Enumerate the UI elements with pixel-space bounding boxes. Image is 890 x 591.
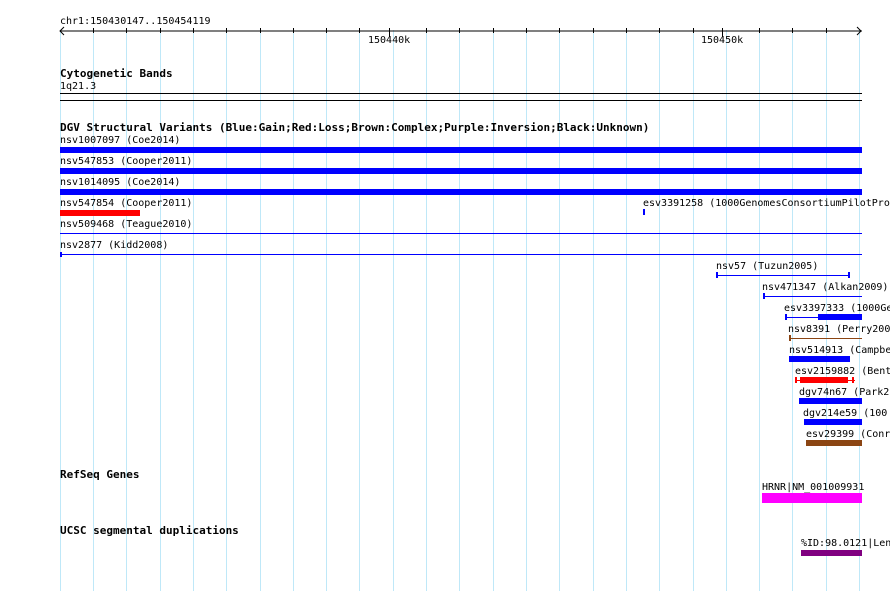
grid-line <box>126 30 127 591</box>
grid-line <box>226 30 227 591</box>
ruler-tick <box>693 28 694 33</box>
ruler-tick <box>160 28 161 33</box>
dgv-track-title[interactable]: DGV Structural Variants (Blue:Gain;Red:L… <box>60 122 649 134</box>
ruler-tick <box>826 28 827 33</box>
variant-gain-bar[interactable] <box>60 168 862 174</box>
variant-label: nsv1014095 (Coe2014) <box>60 177 181 188</box>
grid-line <box>759 30 760 591</box>
ruler-major-label: 150450k <box>701 35 744 46</box>
grid-line <box>359 30 360 591</box>
ruler-tick <box>93 28 94 33</box>
grid-line <box>326 30 327 591</box>
variant-label: esv3397333 (1000Ge <box>784 303 890 314</box>
ruler-tick <box>792 28 793 33</box>
variant-loss-bar[interactable] <box>800 377 848 383</box>
grid-line <box>526 30 527 591</box>
ruler-tick <box>493 28 494 33</box>
variant-end-mark <box>60 252 62 257</box>
variant-gain-line[interactable] <box>60 254 862 255</box>
grid-line <box>93 30 94 591</box>
variant-gain-mark[interactable] <box>643 209 645 215</box>
variant-gain-line[interactable] <box>763 296 862 297</box>
ruler-tick <box>326 28 327 33</box>
ruler-scale[interactable] <box>0 26 890 36</box>
segdup-label: %ID:98.0121|Len <box>801 538 890 549</box>
segdup-track-title[interactable]: UCSC segmental duplications <box>60 525 239 537</box>
variant-label: nsv514913 (Campbe <box>789 345 890 356</box>
variant-label: esv29399 (Conr <box>806 429 890 440</box>
grid-line <box>693 30 694 591</box>
variant-label: esv3391258 (1000GenomesConsortiumPilotPr… <box>643 198 890 209</box>
ruler-tick <box>626 28 627 33</box>
ruler-tick <box>426 28 427 33</box>
variant-gain-bar[interactable] <box>789 356 850 362</box>
variant-gain-bar[interactable] <box>799 398 862 404</box>
variant-label: dgv74n67 (Park2 <box>799 387 890 398</box>
ruler-major-label: 150440k <box>368 35 411 46</box>
variant-gain-line[interactable] <box>716 275 850 276</box>
variant-label: nsv2877 (Kidd2008) <box>60 240 169 251</box>
ruler-tick <box>226 28 227 33</box>
variant-end-mark <box>852 377 854 383</box>
genome-browser-view: chr1:150430147..150454119 150440k 150450… <box>0 0 890 591</box>
grid-line <box>726 30 727 591</box>
ruler-tick <box>126 28 127 33</box>
grid-line <box>193 30 194 591</box>
ruler-tick <box>260 28 261 33</box>
ruler-tick <box>593 28 594 33</box>
grid-line <box>426 30 427 591</box>
variant-loss-bar[interactable] <box>60 210 140 216</box>
variant-end-mark <box>789 335 791 341</box>
variant-end-mark <box>763 293 765 299</box>
gene-label: HRNR|NM_001009931 <box>762 482 865 493</box>
variant-end-mark <box>848 272 850 278</box>
variant-end-mark <box>785 314 787 320</box>
variant-gain-bar[interactable] <box>818 314 862 320</box>
variant-label: esv2159882 (Bent <box>795 366 890 377</box>
variant-gain-bar[interactable] <box>60 189 862 195</box>
cytoband-track-title[interactable]: Cytogenetic Bands <box>60 68 173 80</box>
grid-line <box>559 30 560 591</box>
variant-label: nsv547853 (Cooper2011) <box>60 156 193 167</box>
grid-line <box>493 30 494 591</box>
variant-label: nsv1007097 (Coe2014) <box>60 135 181 146</box>
grid-line <box>626 30 627 591</box>
ruler-tick <box>659 28 660 33</box>
ruler-tick <box>293 28 294 33</box>
cytoband-label: 1q21.3 <box>60 81 97 92</box>
variant-gain-bar[interactable] <box>60 147 862 153</box>
variant-label: nsv8391 (Perry200 <box>788 324 890 335</box>
ruler-tick <box>459 28 460 33</box>
ruler-tick <box>759 28 760 33</box>
grid-line <box>459 30 460 591</box>
grid-line <box>593 30 594 591</box>
variant-label: nsv57 (Tuzun2005) <box>716 261 819 272</box>
variant-label: nsv547854 (Cooper2011) <box>60 198 193 209</box>
variant-label: dgv214e59 (100 <box>803 408 888 419</box>
ruler-tick <box>526 28 527 33</box>
grid-line <box>293 30 294 591</box>
grid-line <box>393 30 394 591</box>
variant-gain-bar[interactable] <box>804 419 862 425</box>
cytoband-outline-top <box>60 93 862 94</box>
ruler-tick <box>359 28 360 33</box>
grid-line <box>260 30 261 591</box>
variant-complex-bar[interactable] <box>806 440 862 446</box>
variant-label: nsv471347 (Alkan2009) <box>762 282 889 293</box>
variant-end-mark <box>795 377 797 383</box>
variant-gain-line[interactable] <box>60 233 862 234</box>
segdup-feature-bar[interactable] <box>801 550 862 556</box>
variant-complex-line[interactable] <box>789 338 862 339</box>
gene-feature-bar[interactable] <box>762 493 862 503</box>
variant-end-mark <box>716 272 718 278</box>
ruler-tick <box>559 28 560 33</box>
cytoband-outline-bottom[interactable] <box>60 100 862 101</box>
grid-line <box>60 30 61 591</box>
variant-label: nsv509468 (Teague2010) <box>60 219 193 230</box>
grid-line <box>659 30 660 591</box>
grid-line <box>160 30 161 591</box>
refseq-track-title[interactable]: RefSeq Genes <box>60 469 139 481</box>
ruler-tick <box>193 28 194 33</box>
